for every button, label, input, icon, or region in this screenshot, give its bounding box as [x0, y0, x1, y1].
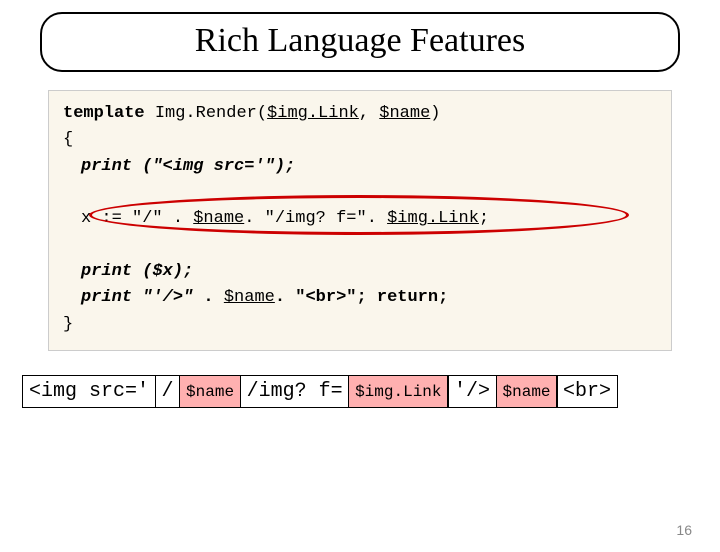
- fn-print: print: [81, 262, 132, 281]
- code-line-5: x := "/" . $name. "/img? f=". $img.Link;: [63, 206, 657, 232]
- code-line-3: print ("<img src='");: [63, 154, 657, 180]
- code-blank-1: [63, 180, 657, 206]
- output-sequence: <img src=' / $name /img? f= $img.Link '/…: [22, 375, 698, 408]
- out-cell-slash: /: [155, 375, 181, 408]
- param-imglink: $img.Link: [267, 104, 359, 123]
- fn-print: print: [81, 288, 132, 307]
- out-cell-imgsrc: <img src=': [22, 375, 156, 408]
- code-block: template Img.Render($img.Link, $name) { …: [48, 90, 672, 351]
- code-line-2: {: [63, 127, 657, 153]
- fn-print: print: [81, 157, 132, 176]
- code-line-7: print ($x);: [63, 259, 657, 285]
- var-name: $name: [193, 209, 244, 228]
- var-imglink: $img.Link: [387, 209, 479, 228]
- var-name: $name: [224, 288, 275, 307]
- code-line-8: print "'/>" . $name. "<br>"; return;: [63, 285, 657, 311]
- out-cell-name: $name: [179, 375, 241, 408]
- param-name: $name: [379, 104, 430, 123]
- out-cell-imgq: /img? f=: [240, 375, 350, 408]
- out-cell-imglink: $img.Link: [348, 375, 448, 408]
- out-cell-name2: $name: [496, 375, 558, 408]
- keyword-template: template: [63, 104, 145, 123]
- page-title: Rich Language Features: [195, 22, 525, 59]
- out-cell-br: <br>: [556, 375, 618, 408]
- code-line-9: }: [63, 312, 657, 338]
- code-line-1: template Img.Render($img.Link, $name): [63, 101, 657, 127]
- title-box: Rich Language Features: [40, 12, 680, 72]
- page-number: 16: [676, 522, 692, 538]
- out-cell-close: '/>: [447, 375, 497, 408]
- code-blank-2: [63, 233, 657, 259]
